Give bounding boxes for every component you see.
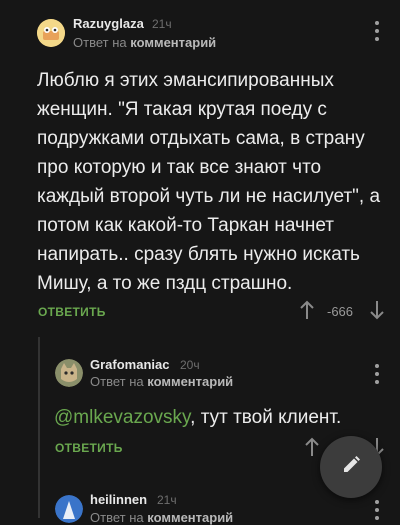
arrow-down-icon[interactable] (370, 300, 384, 325)
comment-text: @mlkevazovsky, тут твой клиент. (54, 403, 354, 432)
username[interactable]: heilinnen (90, 492, 147, 507)
reply-info: Ответ на комментарий (73, 35, 216, 50)
avatar[interactable] (37, 19, 65, 47)
reply-target-link[interactable]: комментарий (147, 374, 233, 389)
arrow-up-icon[interactable] (305, 437, 319, 462)
comment-text: Люблю я этих эмансипированных женщин. "Я… (37, 70, 381, 294)
thread-line (38, 337, 40, 518)
avatar[interactable] (55, 495, 83, 523)
reply-button[interactable]: ОТВЕТИТЬ (55, 441, 123, 455)
more-vertical-icon[interactable] (374, 364, 380, 384)
more-vertical-icon[interactable] (374, 500, 380, 520)
reply-info: Ответ на комментарий (90, 374, 233, 389)
edit-fab-button[interactable] (320, 436, 382, 498)
score: -666 (327, 304, 354, 319)
username[interactable]: Grafomaniac (90, 357, 169, 372)
reply-target-link[interactable]: комментарий (130, 35, 216, 50)
reply-prefix: Ответ на (90, 374, 144, 389)
avatar[interactable] (55, 359, 83, 387)
reply-button[interactable]: ОТВЕТИТЬ (38, 305, 106, 319)
comment-text-body: , тут твой клиент. (190, 407, 342, 428)
username[interactable]: Razuyglaza (73, 16, 144, 31)
comment-time: 20ч (180, 358, 200, 372)
reply-prefix: Ответ на (73, 35, 127, 50)
arrow-up-icon[interactable] (300, 300, 314, 325)
mention-link[interactable]: @mlkevazovsky (54, 407, 190, 428)
comment-time: 21ч (157, 493, 177, 507)
more-vertical-icon[interactable] (374, 21, 380, 41)
comment-time: 21ч (152, 17, 172, 31)
pencil-icon (341, 455, 361, 480)
